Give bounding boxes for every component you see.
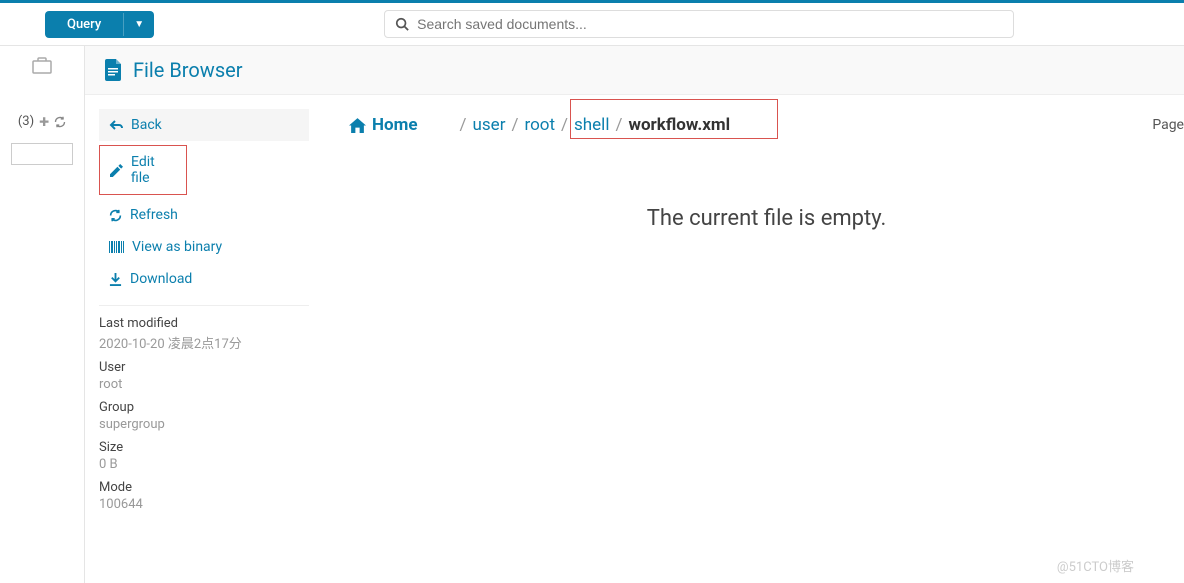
edit-label: Edit file [131,154,176,186]
search-icon [395,17,409,31]
user-value: root [99,377,309,392]
layout: (3) ✚ File Browser Back [0,46,1184,583]
query-dropdown-toggle[interactable]: ▼ [123,13,154,36]
breadcrumb-current: workflow.xml [628,115,730,135]
last-modified-value: 2020-10-20 凌晨2点17分 [99,333,309,352]
navbar: Query ▼ [0,3,1184,46]
breadcrumb: Home / user / root / shell / workflow.xm… [349,109,1184,151]
view-binary-action[interactable]: View as binary [99,231,309,263]
breadcrumb-user[interactable]: user [473,115,506,135]
documents-count-row: (3) ✚ [18,114,66,129]
user-label: User [99,360,309,375]
empty-file-message: The current file is empty. [349,206,1184,231]
back-action[interactable]: Back [99,109,309,141]
breadcrumb-sep: / [561,115,568,135]
download-label: Download [130,271,192,287]
query-button[interactable]: Query ▼ [45,11,154,38]
doc-filter-input[interactable] [11,143,73,165]
refresh-docs-icon[interactable] [54,116,66,128]
breadcrumb-root[interactable]: root [524,115,555,135]
back-label: Back [131,117,162,133]
title-bar: File Browser [85,46,1184,95]
mode-value: 100644 [99,497,309,512]
query-label[interactable]: Query [45,11,123,38]
side-panel: Back Edit file Refresh [99,109,309,583]
page-title: File Browser [133,58,243,82]
group-label: Group [99,400,309,415]
main-area: File Browser Back Edit file [85,46,1184,583]
binary-label: View as binary [132,239,222,255]
back-icon [109,119,123,131]
content: Back Edit file Refresh [85,95,1184,583]
group-value: supergroup [99,417,309,432]
file-metadata: Last modified 2020-10-20 凌晨2点17分 User ro… [99,316,309,512]
refresh-action[interactable]: Refresh [99,199,309,231]
refresh-label: Refresh [130,207,178,223]
breadcrumb-shell[interactable]: shell [574,115,609,135]
mode-label: Mode [99,480,309,495]
assist-panel: (3) ✚ [0,46,85,583]
last-modified-label: Last modified [99,316,309,331]
download-action[interactable]: Download [99,263,309,295]
barcode-icon [109,241,124,253]
search-container [384,10,1014,38]
add-doc-icon[interactable]: ✚ [39,115,49,129]
breadcrumb-sep: / [460,115,467,135]
pencil-icon [110,164,123,177]
size-label: Size [99,440,309,455]
search-box[interactable] [384,10,1014,38]
size-value: 0 B [99,457,309,472]
briefcase-icon[interactable] [32,56,52,74]
edit-file-action[interactable]: Edit file [99,145,187,195]
download-icon [109,273,122,286]
page-label: Page [1152,117,1184,133]
refresh-icon [109,209,122,222]
breadcrumb-sep: / [615,115,622,135]
breadcrumb-home[interactable]: Home [349,115,418,135]
doc-count: (3) [18,114,34,129]
breadcrumb-sep: / [511,115,518,135]
home-icon [349,118,366,133]
divider [99,305,309,306]
file-area: Home / user / root / shell / workflow.xm… [309,109,1184,583]
file-icon [105,59,123,81]
search-input[interactable] [417,16,1003,32]
